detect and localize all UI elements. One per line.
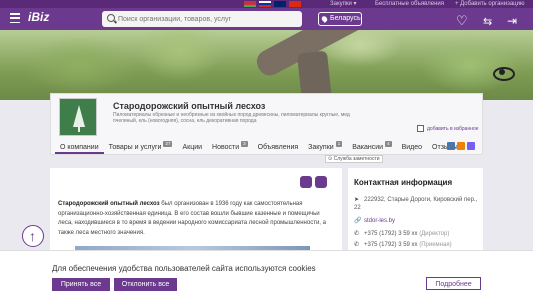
top-strip: Закупки ▾ Бесплатные объявления + Добави… [0,0,533,8]
favorites-heart-icon[interactable] [456,12,470,26]
tab-about[interactable]: О компании [55,141,104,154]
tab-news[interactable]: Новости3 [207,141,253,154]
vk-share-icon[interactable] [447,142,455,150]
add-to-favorites[interactable]: добавить в избранное [417,125,479,132]
main-header: iBiz Беларусь [0,8,533,30]
contact-title: Контактная информация [354,178,453,187]
service-link[interactable]: ⊙ Служба заметности [325,155,383,163]
eye-view-icon[interactable] [493,66,515,81]
accept-all-button[interactable]: Принять все [52,278,110,291]
about-company-name: Стародорожский опытный лесхоз [58,201,160,207]
tab-procurement[interactable]: Закупки1 [303,141,347,154]
login-icon[interactable] [507,12,521,26]
compare-icon[interactable] [483,12,497,26]
phone-icon: ✆ [354,242,360,248]
region-label: Беларусь [330,15,361,22]
phone-number[interactable]: +375 (1792) 3 59 xx [364,242,418,248]
flag-gb-icon[interactable] [274,1,286,7]
contact-phone-1: ✆ +375 (1792) 3 59 xx (Директор) [354,231,450,237]
about-text: Стародорожский опытный лесхоз был органи… [58,200,328,238]
phone-icon: ✆ [354,231,360,237]
procurement-menu-link[interactable]: Закупки ▾ [330,0,357,8]
decline-all-button[interactable]: Отклонить все [114,278,177,291]
location-pin-icon [320,15,329,23]
link-icon: 🔗 [354,218,362,224]
free-ads-link[interactable]: Бесплатные объявления [375,0,444,8]
language-flags [244,1,301,7]
contact-website: 🔗 stdor-les.by [354,217,395,225]
favorite-checkbox[interactable] [417,125,424,132]
favorite-label[interactable]: добавить в избранное [427,126,479,132]
hamburger-menu-icon[interactable] [10,13,20,23]
tab-count-badge: 4 [385,141,392,147]
company-description: Пиломатериалы обрезные и необрезные из х… [113,112,350,124]
share-icons [447,142,475,150]
ok-share-icon[interactable] [457,142,465,150]
contact-phone-2: ✆ +375 (1792) 3 59 xx (Приемная) [354,242,452,248]
cookie-banner: Для обеспечения удобства пользователей с… [0,250,533,300]
hero-banner [0,30,533,100]
tab-video[interactable]: Видео [397,141,427,154]
cookie-message: Для обеспечения удобства пользователей с… [52,264,316,273]
social-icons [300,176,327,188]
viber-share-icon[interactable] [467,142,475,150]
flag-by-icon[interactable] [244,1,256,7]
tab-count-badge: 3 [241,141,248,147]
tab-count-badge: 1 [335,141,343,147]
tab-products[interactable]: Товары и услуги27 [104,141,178,154]
company-name: Стародорожский опытный лесхоз [113,101,266,111]
more-details-button[interactable]: Подробнее [426,277,481,290]
company-logo-tree-icon [59,98,97,136]
vk-icon[interactable] [315,176,327,188]
tab-count-badge: 27 [163,141,173,147]
company-card: Стародорожский опытный лесхоз Пиломатери… [50,93,483,163]
region-selector[interactable]: Беларусь [318,12,362,26]
search-box [102,11,302,27]
flag-cn-icon[interactable] [289,1,301,7]
instagram-icon[interactable] [300,176,312,188]
search-input[interactable] [118,13,298,25]
location-arrow-icon: ➤ [354,197,360,203]
add-organization-link[interactable]: + Добавить организацию [455,0,524,8]
flag-ru-icon[interactable] [259,1,271,7]
site-logo[interactable]: iBiz [28,10,49,24]
scroll-up-button[interactable] [22,225,44,247]
search-icon[interactable] [107,14,115,22]
phone-number[interactable]: +375 (1792) 3 59 xx [364,231,418,237]
contact-address: ➤ 222932, Старые Дороги, Кировский пер., … [354,197,478,211]
tab-ads[interactable]: Объявления [253,141,304,154]
tab-vacancies[interactable]: Вакансии4 [347,141,396,154]
company-tabs: О компании Товары и услуги27 Акции Новос… [55,141,463,154]
tab-promotions[interactable]: Акции [177,141,207,154]
website-link[interactable]: stdor-les.by [364,218,395,224]
